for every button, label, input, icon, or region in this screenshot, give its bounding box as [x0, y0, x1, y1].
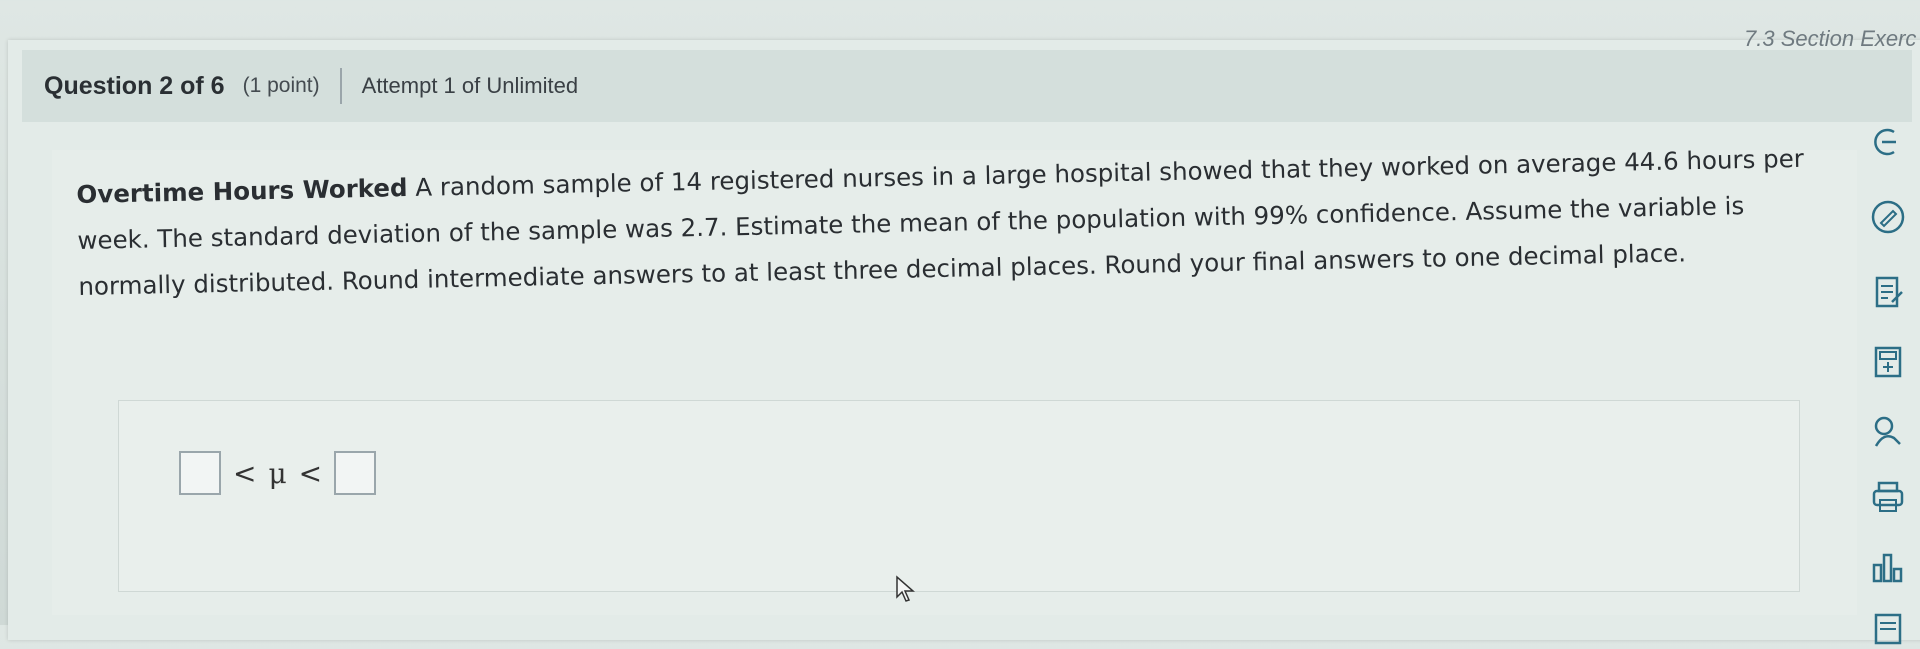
help-icon[interactable] [1866, 410, 1910, 454]
tool-rail [1858, 120, 1920, 645]
question-number: Question 2 of 6 [44, 71, 225, 100]
document-icon[interactable] [1866, 605, 1910, 649]
lower-bound-input[interactable] [179, 451, 221, 495]
notes-icon[interactable] [1866, 270, 1910, 314]
print-icon[interactable] [1866, 475, 1910, 519]
header-divider [339, 68, 342, 104]
edit-icon[interactable] [1866, 195, 1910, 239]
question-header: Question 2 of 6 (1 point) Attempt 1 of U… [22, 50, 1912, 122]
upper-bound-input[interactable] [334, 451, 377, 495]
stats-icon[interactable] [1866, 545, 1910, 589]
less-than-symbol-2: < [298, 456, 323, 490]
expand-icon[interactable] [1866, 120, 1910, 164]
mouse-pointer-icon [895, 575, 917, 608]
attempt-label: Attempt 1 of Unlimited [361, 73, 579, 98]
less-than-symbol-1: < [233, 456, 257, 490]
section-title: 7.3 Section Exerc [1744, 26, 1917, 51]
problem-title: Overtime Hours Worked [76, 173, 408, 209]
answer-area: < μ < [118, 400, 1800, 592]
problem-text: A random sample of 14 registered nurses … [77, 143, 1805, 301]
question-points: (1 point) [242, 74, 320, 97]
calculator-icon[interactable] [1866, 340, 1910, 384]
problem-statement: Overtime Hours Worked A random sample of… [76, 135, 1858, 310]
confidence-interval-expression: < μ < [179, 451, 377, 495]
mu-symbol: μ [268, 456, 287, 490]
